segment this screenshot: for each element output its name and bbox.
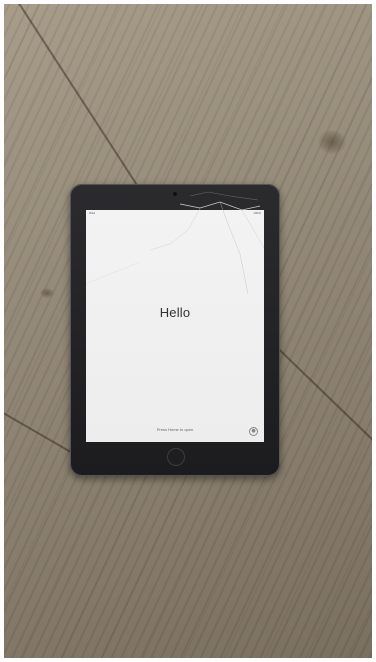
home-hint-text: Press Home to open <box>156 427 194 432</box>
camera-icon <box>173 192 177 196</box>
image-border <box>372 0 376 662</box>
home-button[interactable] <box>167 448 185 466</box>
image-border <box>0 658 376 662</box>
status-carrier: iPad <box>89 211 96 215</box>
tablet-screen[interactable]: iPad 100% Hello Press Home to open ● <box>86 210 264 442</box>
wood-knot <box>40 288 54 298</box>
image-border <box>0 0 4 662</box>
accessibility-icon[interactable]: ● <box>249 427 258 436</box>
floor-seam <box>16 0 138 186</box>
wood-knot <box>318 130 346 154</box>
floor-seam <box>0 410 78 457</box>
hello-greeting: Hello <box>159 305 191 320</box>
photo: iPad 100% Hello Press Home to open ● <box>0 0 376 662</box>
image-border <box>0 0 376 4</box>
tablet-device: iPad 100% Hello Press Home to open ● <box>70 184 280 476</box>
status-battery: 100% <box>253 211 261 215</box>
